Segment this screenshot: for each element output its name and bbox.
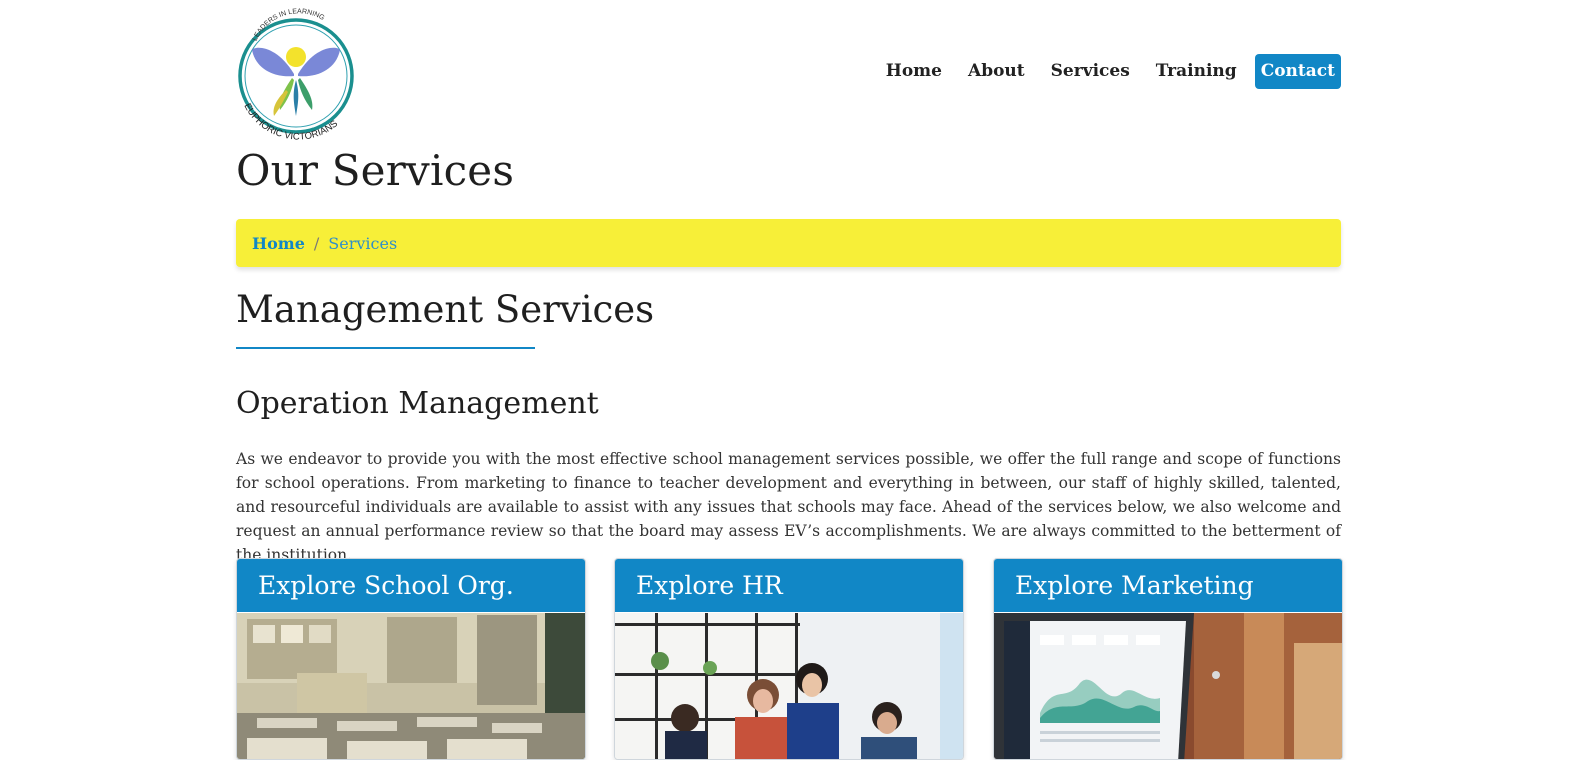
team-photo [615, 613, 963, 759]
nav-home-link[interactable]: Home [886, 53, 942, 89]
service-cards: Explore School Org. Explore HR Explore M… [236, 558, 1343, 760]
nav-services-link[interactable]: Services [1051, 53, 1130, 89]
breadcrumb-home-link[interactable]: Home [252, 234, 305, 253]
nav-about-link[interactable]: About [968, 53, 1025, 89]
section-divider [236, 347, 535, 349]
service-card-school-org[interactable]: Explore School Org. [236, 558, 586, 760]
euphoric-victorians-logo[interactable]: LEADERS IN LEARNING EUPHORIC VICTORIANS [236, 4, 360, 144]
service-card-hr[interactable]: Explore HR [614, 558, 964, 760]
section-title: Management Services [236, 288, 655, 331]
laptop-dashboard-photo [994, 613, 1342, 759]
main-nav: Home About Services Training Contact [860, 53, 1341, 89]
card-title[interactable]: Explore School Org. [237, 559, 585, 612]
sub-title: Operation Management [236, 386, 599, 421]
card-title[interactable]: Explore Marketing [994, 559, 1342, 612]
service-card-marketing[interactable]: Explore Marketing [993, 558, 1343, 760]
card-title[interactable]: Explore HR [615, 559, 963, 612]
breadcrumb-current: Services [328, 233, 398, 253]
classroom-photo [237, 613, 585, 759]
nav-contact-button[interactable]: Contact [1254, 53, 1341, 89]
page-title: Our Services [236, 146, 515, 195]
breadcrumb: Home / Services [236, 219, 1341, 267]
nav-training-link[interactable]: Training [1156, 53, 1237, 89]
breadcrumb-separator: / [313, 233, 320, 253]
intro-paragraph: As we endeavor to provide you with the m… [236, 450, 1341, 564]
